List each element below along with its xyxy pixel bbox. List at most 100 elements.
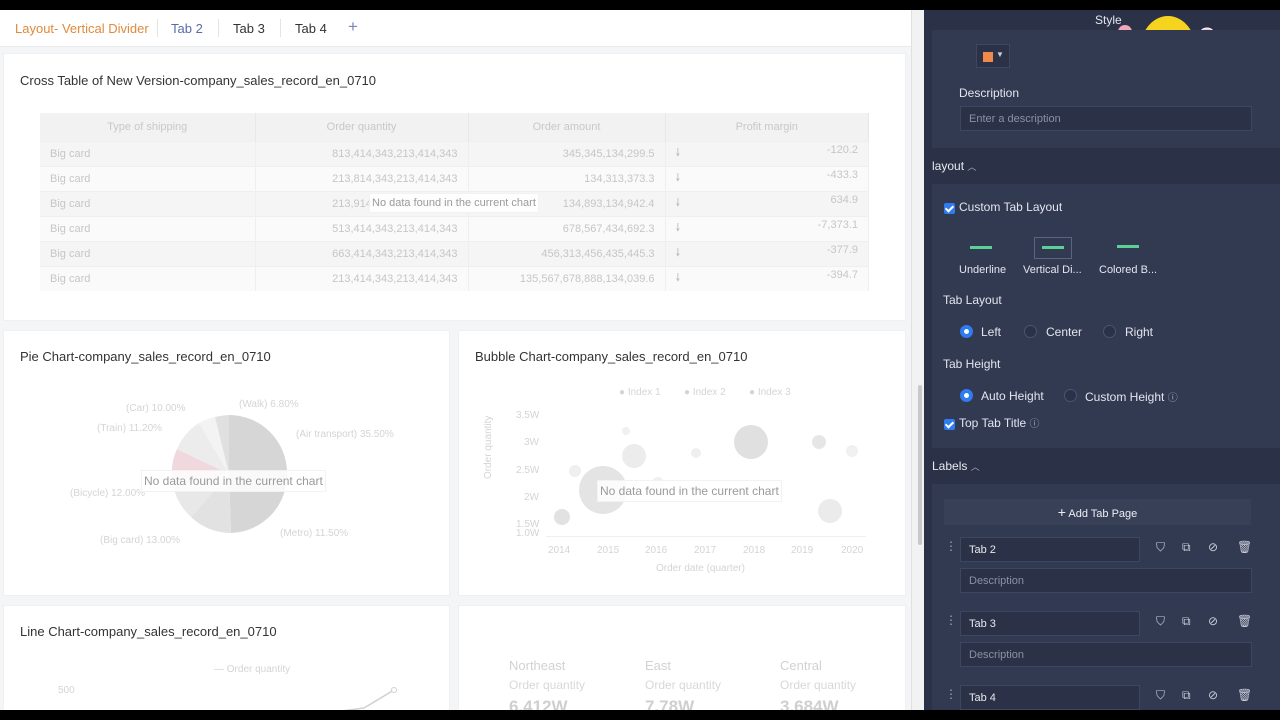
kpi-item-east: East Order quantity 7.78W (645, 658, 721, 710)
tab-name-input[interactable]: Tab 3 (960, 611, 1140, 636)
table-cell: Big card (40, 190, 256, 216)
layout-section (932, 184, 1280, 448)
filter-icon[interactable]: ⛉ (1156, 614, 1165, 629)
table-row: Big card 213,814,343,213,414,343 134,313… (40, 165, 869, 191)
copy-icon[interactable]: ⧉ (1182, 614, 1191, 629)
tab-layout-right-radio[interactable] (1103, 325, 1116, 338)
bubble (846, 445, 858, 457)
table-cell: 213,414,343,213,414,343 (255, 265, 469, 291)
tab-2[interactable]: Tab 2 (171, 21, 203, 36)
arrow-down-icon: 🠗 (675, 272, 681, 285)
info-icon: ⓘ (1029, 419, 1040, 430)
tab-layout-center-radio[interactable] (1024, 325, 1037, 338)
kpi-region: East (645, 658, 672, 673)
labels-section-header[interactable]: Labels ︿ (932, 459, 980, 473)
table-cell: 135,567,678,888,134,039.6 (468, 265, 666, 291)
x-axis-line (546, 536, 866, 537)
bubble-chart-card[interactable]: Bubble Chart-company_sales_record_en_071… (458, 330, 906, 596)
legend-item-index-3: ● Index 3 (749, 387, 791, 398)
kpi-metric: Order quantity (780, 678, 857, 692)
kpi-item-northeast: Northeast Order quantity 6.412W (509, 658, 585, 710)
tab-4[interactable]: Tab 4 (295, 21, 327, 36)
delete-icon[interactable]: 🗑 (1237, 614, 1252, 628)
kpi-value: 3.684W (780, 697, 839, 710)
line-chart-title: Line Chart-company_sales_record_en_0710 (20, 624, 277, 639)
pie-label: (Air transport) 35.50% (296, 429, 394, 440)
delete-icon[interactable]: 🗑 (1237, 540, 1252, 554)
chevron-up-icon: ︿ (967, 162, 977, 172)
custom-tab-layout-checkbox[interactable] (944, 203, 955, 214)
arrow-down-icon: 🠗 (675, 172, 681, 184)
info-icon: ⓘ (1167, 393, 1178, 404)
line-chart-card[interactable]: Line Chart-company_sales_record_en_0710 … (3, 605, 450, 710)
layout-option-underline[interactable] (964, 237, 1002, 259)
add-tab-page-button[interactable]: + Add Tab Page (944, 499, 1251, 525)
table-row: Big card 513,414,343,213,414,343 678,567… (40, 215, 869, 241)
color-swatch (983, 52, 993, 62)
bubble (622, 427, 630, 435)
drag-handle-icon[interactable]: ⋮ (945, 539, 957, 553)
table-row: Big card 213,414,343,213,414,343 135,567… (40, 265, 869, 291)
bubble (734, 425, 768, 459)
arrow-down-icon: 🠗 (675, 197, 681, 209)
arrow-down-icon: 🠗 (675, 247, 681, 259)
no-data-message: No data found in the current chart (141, 470, 326, 492)
hide-icon[interactable]: ⊘ (1208, 540, 1218, 554)
canvas-scrollbar[interactable] (911, 10, 924, 710)
auto-height-radio[interactable] (960, 389, 973, 402)
table-cell: Big card (40, 265, 256, 291)
filter-icon[interactable]: ⛉ (1156, 540, 1165, 555)
x-tick: 2018 (743, 545, 766, 556)
tab-layout-left-radio[interactable] (960, 325, 973, 338)
pie-chart-title: Pie Chart-company_sales_record_en_0710 (20, 349, 271, 364)
hide-icon[interactable]: ⊘ (1208, 614, 1218, 628)
x-tick: 2017 (694, 545, 717, 556)
tab-name-input[interactable]: Tab 4 (960, 685, 1140, 710)
bubble-plot (554, 425, 858, 525)
custom-tab-layout-label: Custom Tab Layout (959, 200, 1063, 214)
table-cell: 663,414,343,213,414,343 (255, 240, 469, 266)
copy-icon[interactable]: ⧉ (1182, 540, 1191, 555)
canvas-scrollbar-thumb[interactable] (918, 385, 922, 545)
add-tab-icon[interactable]: + (348, 17, 358, 37)
table-cell: 🠗 -120.2 (665, 140, 869, 166)
hide-icon[interactable]: ⊘ (1208, 688, 1218, 702)
y-tick: 2W (524, 492, 539, 503)
app-window: Layout- Vertical Divider Tab 2 Tab 3 Tab… (0, 10, 1280, 710)
pie-label: (Car) 10.00% (126, 403, 186, 414)
filter-icon[interactable]: ⛉ (1156, 688, 1165, 703)
tab-description-input[interactable]: Description (960, 568, 1252, 593)
tab-layout-vertical-divider[interactable]: Layout- Vertical Divider (15, 21, 149, 36)
tab-name-input[interactable]: Tab 2 (960, 537, 1140, 562)
layout-option-vertical-divider[interactable] (1034, 237, 1072, 259)
radio-label: Auto Height (981, 389, 1044, 403)
tab-divider (280, 19, 281, 37)
y-tick: 3W (524, 437, 539, 448)
kpi-metric: Order quantity (509, 678, 586, 692)
pie-label: (Big card) 13.00% (100, 535, 181, 546)
dashboard-canvas: Layout- Vertical Divider Tab 2 Tab 3 Tab… (0, 10, 911, 710)
drag-handle-icon[interactable]: ⋮ (945, 687, 957, 701)
kpi-card[interactable]: Northeast Order quantity 6.412W East Ord… (458, 605, 906, 710)
tab-description-input[interactable]: Description (960, 642, 1252, 667)
layout-section-header[interactable]: layout ︿ (932, 159, 976, 173)
bubble (569, 465, 581, 477)
layout-option-colored-background[interactable] (1110, 237, 1148, 259)
drag-handle-icon[interactable]: ⋮ (945, 613, 957, 627)
delete-icon[interactable]: 🗑 (1237, 688, 1252, 702)
table-cell: 🠗 -7,373.1 (665, 215, 869, 241)
pie-label: (Metro) 11.50% (280, 528, 349, 539)
color-picker[interactable]: ▼ (976, 44, 1010, 68)
line-series (343, 687, 397, 710)
line-legend: — Order quantity (214, 664, 291, 675)
custom-height-radio[interactable] (1064, 389, 1077, 402)
x-tick: 2016 (645, 545, 668, 556)
y-tick: 2.5W (516, 465, 540, 476)
top-tab-title-checkbox[interactable] (944, 419, 955, 430)
radio-label: Center (1046, 325, 1083, 339)
copy-icon[interactable]: ⧉ (1182, 688, 1191, 703)
tab-3[interactable]: Tab 3 (233, 21, 265, 36)
pie-chart-card[interactable]: Pie Chart-company_sales_record_en_0710 (… (3, 330, 450, 596)
chevron-up-icon: ︿ (970, 462, 980, 472)
description-input[interactable]: Enter a description (960, 106, 1252, 131)
